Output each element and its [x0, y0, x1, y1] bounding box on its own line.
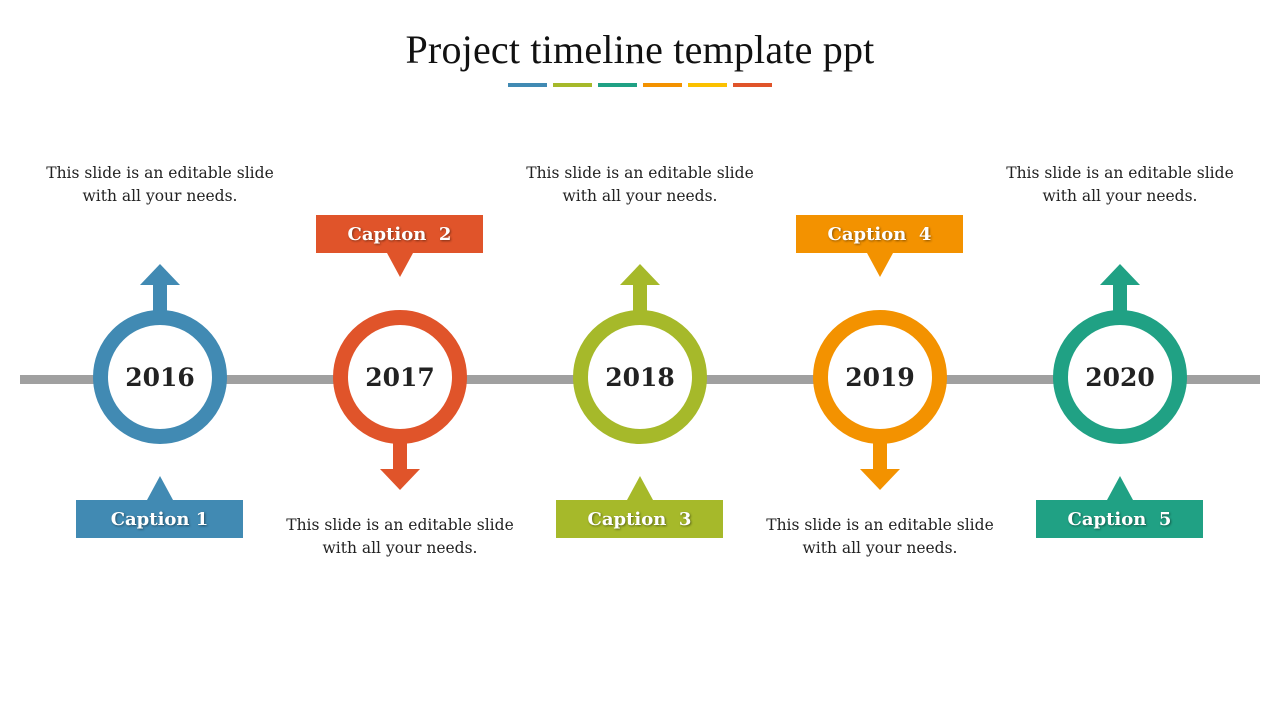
arrow-stem	[393, 440, 407, 470]
caption-label: Caption 4	[827, 223, 932, 245]
milestone-description: This slide is an editable slide with all…	[46, 164, 274, 205]
caption-pointer	[627, 476, 653, 500]
arrow-head	[380, 469, 420, 490]
arrow-up-icon	[1100, 264, 1140, 314]
caption-label: Caption 1	[110, 508, 209, 530]
caption-box: Caption 1	[76, 476, 243, 538]
arrow-up-icon	[620, 264, 660, 314]
milestone-2016: This slide is an editable slide with all…	[40, 0, 280, 720]
caption-pointer	[867, 253, 893, 277]
arrow-stem	[873, 440, 887, 470]
year-ring: 2018	[573, 310, 707, 444]
caption-box: Caption 3	[556, 476, 723, 538]
year-ring: 2016	[93, 310, 227, 444]
arrow-head	[620, 264, 660, 285]
milestone-year: 2016	[125, 362, 195, 392]
milestone-description: This slide is an editable slide with all…	[286, 516, 514, 557]
milestone-2020: This slide is an editable slide with all…	[1000, 0, 1240, 720]
milestone-year: 2017	[365, 362, 435, 392]
caption-label: Caption 2	[347, 223, 452, 245]
milestone-description: This slide is an editable slide with all…	[766, 516, 994, 557]
milestone-2017: This slide is an editable slide with all…	[280, 0, 520, 720]
caption-pointer	[387, 253, 413, 277]
caption-label: Caption 5	[1067, 508, 1172, 530]
milestone-2019: This slide is an editable slide with all…	[760, 0, 1000, 720]
arrow-down-icon	[380, 440, 420, 490]
milestone-year: 2020	[1085, 362, 1155, 392]
year-ring: 2020	[1053, 310, 1187, 444]
caption-box: Caption 4	[796, 215, 963, 277]
arrow-head	[140, 264, 180, 285]
caption-pointer	[147, 476, 173, 500]
arrow-head	[1100, 264, 1140, 285]
milestone-description: This slide is an editable slide with all…	[1006, 164, 1234, 205]
arrow-up-icon	[140, 264, 180, 314]
caption-box: Caption 5	[1036, 476, 1203, 538]
arrow-head	[860, 469, 900, 490]
milestone-description: This slide is an editable slide with all…	[526, 164, 754, 205]
milestone-2018: This slide is an editable slide with all…	[520, 0, 760, 720]
year-ring: 2019	[813, 310, 947, 444]
year-ring: 2017	[333, 310, 467, 444]
caption-label: Caption 3	[587, 508, 692, 530]
milestone-year: 2018	[605, 362, 675, 392]
arrow-down-icon	[860, 440, 900, 490]
caption-box: Caption 2	[316, 215, 483, 277]
milestone-year: 2019	[845, 362, 915, 392]
caption-pointer	[1107, 476, 1133, 500]
